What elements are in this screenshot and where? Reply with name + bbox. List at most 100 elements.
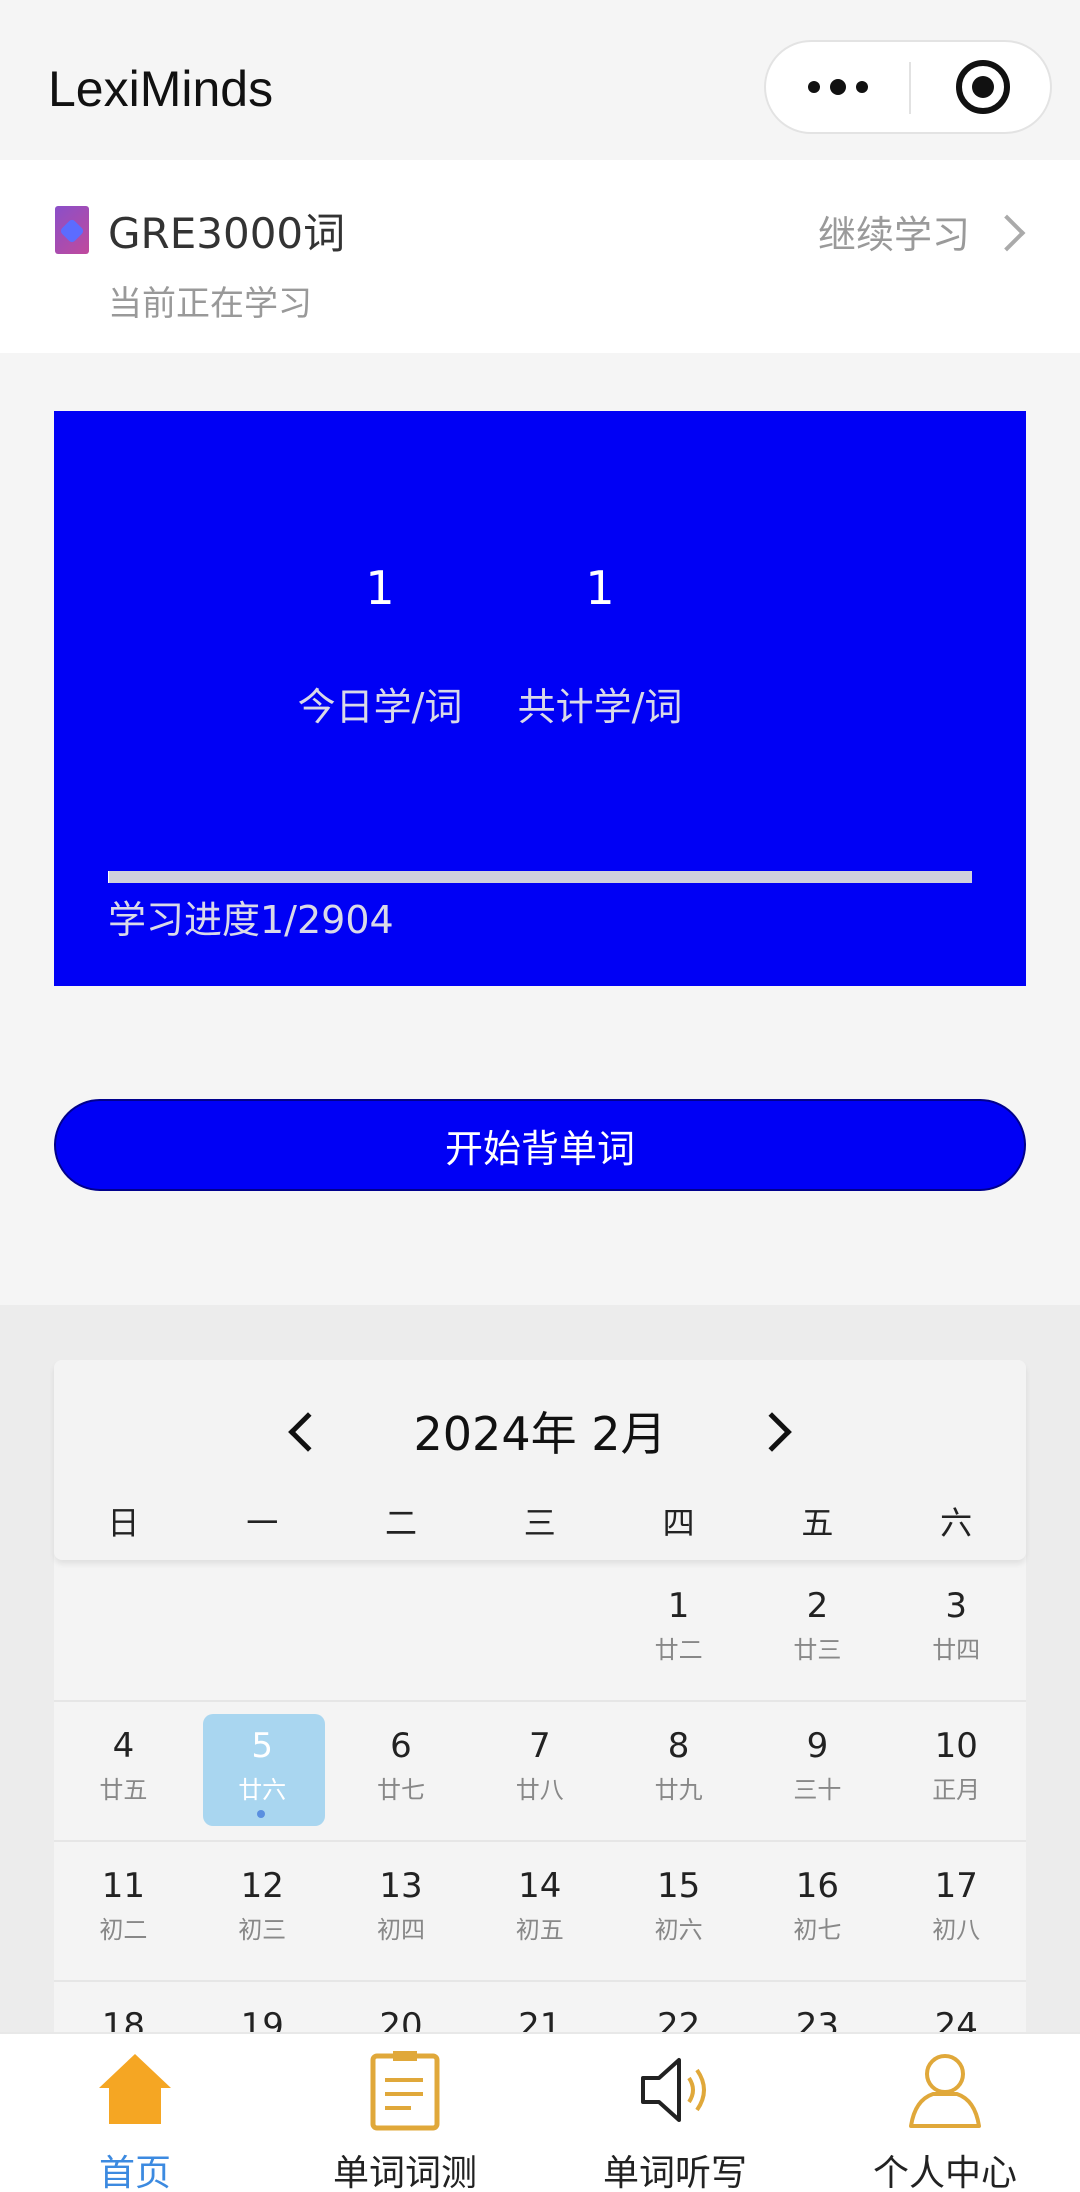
day-number: 9 [806, 1726, 829, 1766]
speaker-icon [641, 2058, 706, 2122]
lunar-date: 正月 [932, 1776, 981, 1804]
capsule-divider [909, 62, 911, 114]
weekday-label: 一 [246, 1504, 279, 1542]
day-number: 6 [390, 1726, 412, 1766]
calendar-day[interactable]: 1 廿二 [609, 1560, 748, 1700]
weekday-label: 二 [384, 1504, 417, 1542]
more-dot-icon [829, 79, 846, 95]
calendar-month-title: 2024年 2月 [413, 1407, 667, 1461]
today-label: 今日学/词 [297, 685, 463, 729]
calendar-header: 2024年 2月 日 一 二 三 四 五 六 [54, 1360, 1026, 1560]
tab-word-test[interactable]: 单词词测 [270, 2034, 540, 2192]
lunar-date: 廿七 [376, 1776, 425, 1804]
user-icon [909, 2054, 981, 2128]
day-number: 4 [112, 1726, 135, 1766]
calendar-section: 2024年 2月 日 一 二 三 四 五 六 1 廿二 2 廿三 3 廿四 4 廿五 5 廿六 6 廿… [0, 1305, 1080, 2046]
lunar-date: 廿五 [99, 1776, 148, 1804]
home-icon [99, 2054, 171, 2124]
title-bar: LexiMinds [0, 0, 1080, 160]
lunar-date: 廿三 [793, 1636, 842, 1664]
close-target-icon[interactable] [956, 60, 1010, 114]
calendar-row-divider [54, 1980, 1026, 1982]
weekday-row: 日 一 二 三 四 五 六 [54, 1498, 1026, 1544]
app-title: LexiMinds [48, 61, 274, 117]
day-number: 3 [945, 1586, 968, 1626]
lunar-date: 廿二 [654, 1636, 703, 1664]
calendar-day[interactable]: 11 初二 [54, 1840, 193, 1980]
continue-study-link[interactable]: 继续学习 [818, 204, 970, 259]
study-marker-dot [256, 1810, 265, 1818]
calendar-day[interactable]: 9 三十 [748, 1700, 887, 1840]
total-count: 1 [585, 561, 615, 615]
lunar-date: 初三 [238, 1916, 287, 1944]
today-count: 1 [365, 561, 395, 615]
study-stats-panel: 1 1 今日学/词 共计学/词 学习进度1/2904 [54, 411, 1026, 986]
calendar-day[interactable]: 7 廿八 [470, 1700, 609, 1840]
lunar-date: 廿六 [238, 1776, 287, 1804]
lunar-date: 初四 [376, 1916, 425, 1944]
current-book-card[interactable]: GRE3000词 当前正在学习 继续学习 [0, 160, 1080, 353]
mini-program-capsule [764, 40, 1052, 134]
day-number: 16 [795, 1866, 840, 1906]
start-memorize-button[interactable]: 开始背单词 [54, 1099, 1026, 1191]
calendar-day[interactable]: 4 廿五 [54, 1700, 193, 1840]
day-number: 17 [934, 1866, 978, 1906]
tab-home[interactable]: 首页 [0, 2034, 270, 2192]
weekday-label: 三 [523, 1504, 556, 1542]
weekday-label: 五 [801, 1504, 834, 1542]
book-status: 当前正在学习 [108, 284, 312, 324]
calendar-day[interactable]: 5 廿六 [193, 1700, 332, 1840]
day-number: 8 [667, 1726, 690, 1766]
tab-label: 个人中心 [872, 2153, 1017, 2192]
tab-label: 单词词测 [332, 2153, 477, 2192]
day-number: 13 [379, 1866, 423, 1906]
day-number: 7 [528, 1726, 551, 1766]
day-number: 15 [656, 1866, 701, 1906]
tab-label: 单词听写 [602, 2153, 747, 2192]
lunar-date: 初七 [793, 1916, 842, 1944]
calendar-row-divider [54, 1700, 1026, 1702]
lunar-date: 初二 [99, 1916, 148, 1944]
lunar-date: 廿九 [654, 1776, 703, 1804]
calendar-day[interactable]: 12 初三 [193, 1840, 332, 1980]
weekday-label: 日 [107, 1504, 140, 1542]
day-number: 10 [934, 1726, 978, 1766]
bottom-tab-bar: 首页 单词词测 单词听写 个人中心 [0, 2032, 1080, 2192]
calendar-day[interactable]: 10 正月 [887, 1700, 1026, 1840]
day-number: 5 [251, 1726, 274, 1766]
book-name: GRE3000词 [108, 209, 346, 258]
calendar-day[interactable]: 16 初七 [748, 1840, 887, 1980]
more-options-button[interactable] [766, 42, 909, 132]
calendar-row-divider [54, 1840, 1026, 1842]
book-cover-icon [55, 206, 89, 254]
more-dot-icon [807, 81, 820, 93]
calendar-day[interactable]: 6 廿七 [332, 1700, 471, 1840]
progress-bar [108, 871, 972, 883]
lunar-date: 初五 [515, 1916, 564, 1944]
weekday-label: 四 [662, 1504, 695, 1542]
weekday-label: 六 [940, 1504, 973, 1542]
clipboard-icon [370, 2051, 440, 2131]
day-number: 11 [101, 1866, 146, 1906]
tab-dictation[interactable]: 单词听写 [540, 2034, 810, 2192]
calendar: 2024年 2月 日 一 二 三 四 五 六 1 廿二 2 廿三 3 廿四 4 廿五 5 廿六 6 廿… [54, 1360, 1026, 2046]
lunar-date: 廿八 [515, 1776, 564, 1804]
day-number: 1 [667, 1586, 690, 1626]
lunar-date: 初八 [932, 1916, 981, 1944]
tab-label: 首页 [98, 2153, 171, 2192]
calendar-day[interactable]: 14 初五 [470, 1840, 609, 1980]
calendar-day[interactable]: 15 初六 [609, 1840, 748, 1980]
day-number: 12 [240, 1866, 284, 1906]
calendar-day[interactable]: 2 廿三 [748, 1560, 887, 1700]
day-number: 14 [518, 1866, 562, 1906]
calendar-day[interactable]: 3 廿四 [887, 1560, 1026, 1700]
day-number: 2 [806, 1586, 829, 1626]
lunar-date: 三十 [793, 1776, 842, 1804]
lunar-date: 初六 [654, 1916, 703, 1944]
lunar-date: 廿四 [932, 1636, 981, 1664]
more-dot-icon [855, 81, 868, 93]
tab-profile[interactable]: 个人中心 [810, 2034, 1080, 2192]
calendar-day[interactable]: 13 初四 [332, 1840, 471, 1980]
calendar-day[interactable]: 17 初八 [887, 1840, 1026, 1980]
calendar-day[interactable]: 8 廿九 [609, 1700, 748, 1840]
